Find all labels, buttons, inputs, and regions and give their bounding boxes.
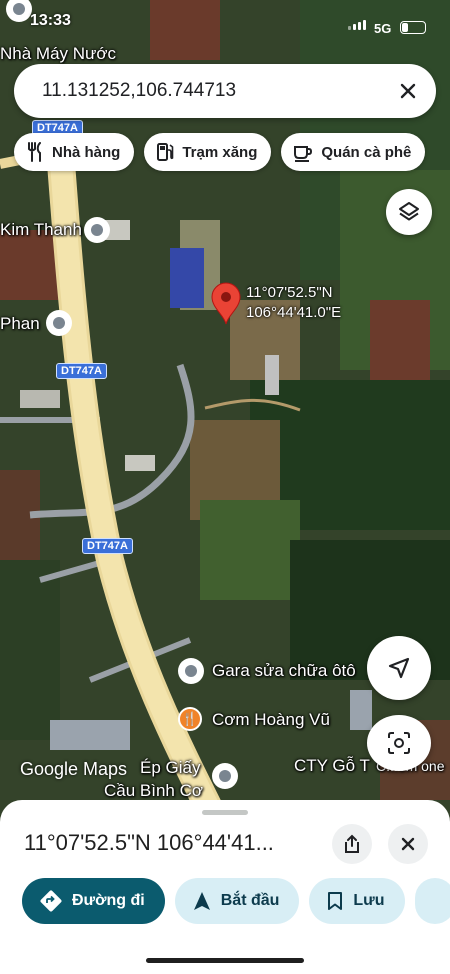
place-label[interactable]: Gara sửa chữa ôtô: [212, 661, 356, 681]
lens-search-button[interactable]: [367, 715, 431, 771]
place-label[interactable]: CTY Gỗ T: [294, 756, 370, 776]
road-label: DT747A: [82, 538, 133, 554]
coffee-icon: [294, 146, 313, 162]
action-buttons: Đường đi Bắt đầu Lưu: [22, 878, 450, 924]
longitude-label: 106°44'41.0"E: [246, 304, 342, 321]
status-time: 13:33: [30, 12, 71, 29]
latitude-label: 11°07'52.5"N: [246, 284, 333, 301]
start-label: Bắt đầu: [220, 892, 280, 909]
place-label[interactable]: Phan: [0, 314, 40, 334]
place-pin-icon[interactable]: [178, 658, 204, 684]
navigation-arrow-icon: [388, 657, 410, 679]
more-actions-button[interactable]: [414, 878, 450, 924]
navigation-arrow-icon: [193, 892, 210, 910]
chip-coffee[interactable]: Quán cà phê: [281, 133, 426, 171]
status-bar: 13:33 5G: [0, 0, 450, 52]
restaurant-pin-icon[interactable]: 🍴: [178, 707, 202, 731]
search-query[interactable]: 11.131252,106.744713: [42, 80, 236, 102]
save-button[interactable]: Lưu: [309, 878, 405, 924]
camera-search-icon: [388, 732, 410, 754]
share-button[interactable]: [332, 824, 372, 864]
road-label: DT747A: [56, 363, 107, 379]
search-bar[interactable]: 11.131252,106.744713: [14, 64, 436, 118]
layers-button[interactable]: [386, 189, 432, 235]
close-icon[interactable]: [394, 77, 422, 105]
directions-icon: [40, 890, 62, 912]
gas-station-icon: [157, 143, 174, 161]
chip-label: Trạm xăng: [182, 143, 258, 161]
place-label[interactable]: Cầu Bình Cơ: [104, 781, 203, 801]
signal-icon: [348, 20, 366, 30]
chip-label: Quán cà phê: [321, 143, 412, 161]
layers-icon: [399, 202, 419, 221]
close-icon: [401, 837, 415, 851]
chip-gas-stations[interactable]: Trạm xăng: [144, 133, 272, 171]
category-chips: Nhà hàng Trạm xăng Quán cà phê: [14, 133, 426, 171]
battery-icon: [400, 21, 426, 34]
place-pin-icon[interactable]: [84, 217, 110, 243]
home-indicator: [146, 958, 304, 963]
network-type: 5G: [374, 21, 392, 36]
save-label: Lưu: [353, 892, 385, 909]
place-title: 11°07'52.5"N 106°44'41...: [24, 830, 274, 855]
chip-label: Nhà hàng: [52, 143, 121, 161]
dropped-pin-coordinates: 11°07'52.5"N 106°44'41.0"E: [246, 283, 341, 323]
place-label[interactable]: Kim Thanh: [0, 220, 82, 240]
drag-handle[interactable]: [202, 810, 248, 815]
close-sheet-button[interactable]: [388, 824, 428, 864]
directions-button[interactable]: Đường đi: [22, 878, 165, 924]
restaurant-icon: [28, 142, 41, 162]
my-location-button[interactable]: [367, 636, 431, 700]
chip-restaurants[interactable]: Nhà hàng: [14, 133, 135, 171]
place-label[interactable]: Ép Giấy: [140, 758, 200, 778]
map-attribution: Google Maps: [20, 759, 128, 779]
share-icon: [345, 834, 359, 853]
start-button[interactable]: Bắt đầu: [174, 878, 300, 924]
directions-label: Đường đi: [72, 892, 145, 909]
place-pin-icon[interactable]: [212, 763, 238, 789]
bookmark-icon: [328, 892, 343, 910]
place-label[interactable]: Cơm Hoàng Vũ: [212, 710, 330, 730]
place-pin-icon[interactable]: [46, 310, 72, 336]
